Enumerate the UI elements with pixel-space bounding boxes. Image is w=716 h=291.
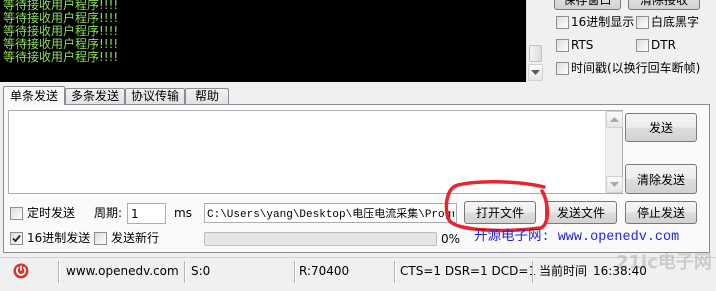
stop-send-button[interactable]: 停止发送 <box>625 201 697 224</box>
rts-checkbox[interactable] <box>556 39 569 52</box>
status-line-signals: CTS=1 DSR=1 DCD=1 <box>400 264 537 278</box>
tab-single-send[interactable]: 单条发送 <box>3 86 65 105</box>
up-arrow-icon <box>610 116 619 122</box>
hex-send-label[interactable]: 16进制发送 <box>27 231 90 245</box>
send-newline-checkbox[interactable] <box>94 232 107 245</box>
send-progress-label: 0% <box>441 232 461 246</box>
check-icon <box>12 234 21 243</box>
send-newline-label[interactable]: 发送新行 <box>111 231 159 245</box>
arrow-shape <box>610 181 619 187</box>
hex-display-checkbox[interactable] <box>556 16 569 29</box>
timestamp-label[interactable]: 时间戳(以换行回车断帧) <box>571 61 700 75</box>
icon-bar <box>20 265 22 271</box>
down-arrow-icon <box>610 181 619 187</box>
clear-receive-button[interactable]: 清除接收 <box>628 0 700 10</box>
timed-send-checkbox[interactable] <box>10 207 23 220</box>
period-input[interactable] <box>127 203 166 224</box>
status-site-link[interactable]: www.openedv.com <box>66 264 179 278</box>
highlight-stroke <box>444 180 550 233</box>
timed-send-label[interactable]: 定时发送 <box>27 206 75 220</box>
receive-scrollbar-thumb[interactable] <box>529 45 542 62</box>
timestamp-checkbox[interactable] <box>556 62 569 75</box>
red-highlight-circle <box>444 180 550 233</box>
tab-help[interactable]: 帮助 <box>185 88 229 104</box>
tab-protocol-transfer[interactable]: 协议传输 <box>125 88 185 104</box>
send-scroll-up-button[interactable] <box>606 111 623 128</box>
receive-line: 等待接收用户程序!!!! <box>3 50 119 64</box>
receive-scrollbar[interactable] <box>526 0 544 82</box>
power-icon[interactable] <box>13 263 29 279</box>
receive-scroll-down-button[interactable] <box>528 64 543 81</box>
tab-multi-send[interactable]: 多条发送 <box>65 88 125 104</box>
status-separator <box>532 261 534 283</box>
dtr-checkbox[interactable] <box>636 39 649 52</box>
site-banner-link[interactable]: 开源电子网: www.openedv.com <box>474 230 679 246</box>
down-arrow-icon <box>531 69 540 75</box>
white-background-checkbox[interactable] <box>636 16 649 29</box>
send-scrollbar[interactable] <box>605 111 623 193</box>
send-progress-bar <box>204 232 437 246</box>
status-separator <box>184 261 186 283</box>
receive-area[interactable]: 等待接收用户程序!!!! 等待接收用户程序!!!! 等待接收用户程序!!!! 等… <box>0 0 526 82</box>
hex-display-label[interactable]: 16进制显示 <box>571 15 634 29</box>
file-path-input[interactable] <box>204 203 457 223</box>
rts-label[interactable]: RTS <box>571 38 593 52</box>
status-sent-count: S:0 <box>191 264 211 278</box>
arrow-shape <box>610 116 619 122</box>
send-scroll-down-button[interactable] <box>606 176 623 193</box>
check-shape <box>12 234 21 243</box>
status-separator <box>58 261 60 283</box>
white-background-label[interactable]: 白底黑字 <box>651 15 699 29</box>
status-received-count: R:70400 <box>299 264 350 278</box>
send-button[interactable]: 发送 <box>625 113 697 142</box>
dtr-label[interactable]: DTR <box>651 38 676 52</box>
period-unit-label: ms <box>174 206 192 220</box>
status-separator <box>394 261 396 283</box>
arrow-shape <box>531 69 540 75</box>
receive-lines: 等待接收用户程序!!!! 等待接收用户程序!!!! 等待接收用户程序!!!! 等… <box>3 0 118 64</box>
hex-send-checkbox[interactable] <box>10 232 23 245</box>
period-label: 周期: <box>94 206 123 220</box>
status-time-label: 当前时间 <box>539 264 588 278</box>
save-window-button[interactable]: 保存窗口 <box>554 0 621 10</box>
send-file-button[interactable]: 发送文件 <box>545 201 617 224</box>
status-separator <box>294 261 296 283</box>
status-time-value: 16:38:40 <box>593 264 647 278</box>
status-bar: www.openedv.com S:0 R:70400 CTS=1 DSR=1 … <box>0 257 716 291</box>
clear-send-button[interactable]: 清除发送 <box>625 164 697 194</box>
